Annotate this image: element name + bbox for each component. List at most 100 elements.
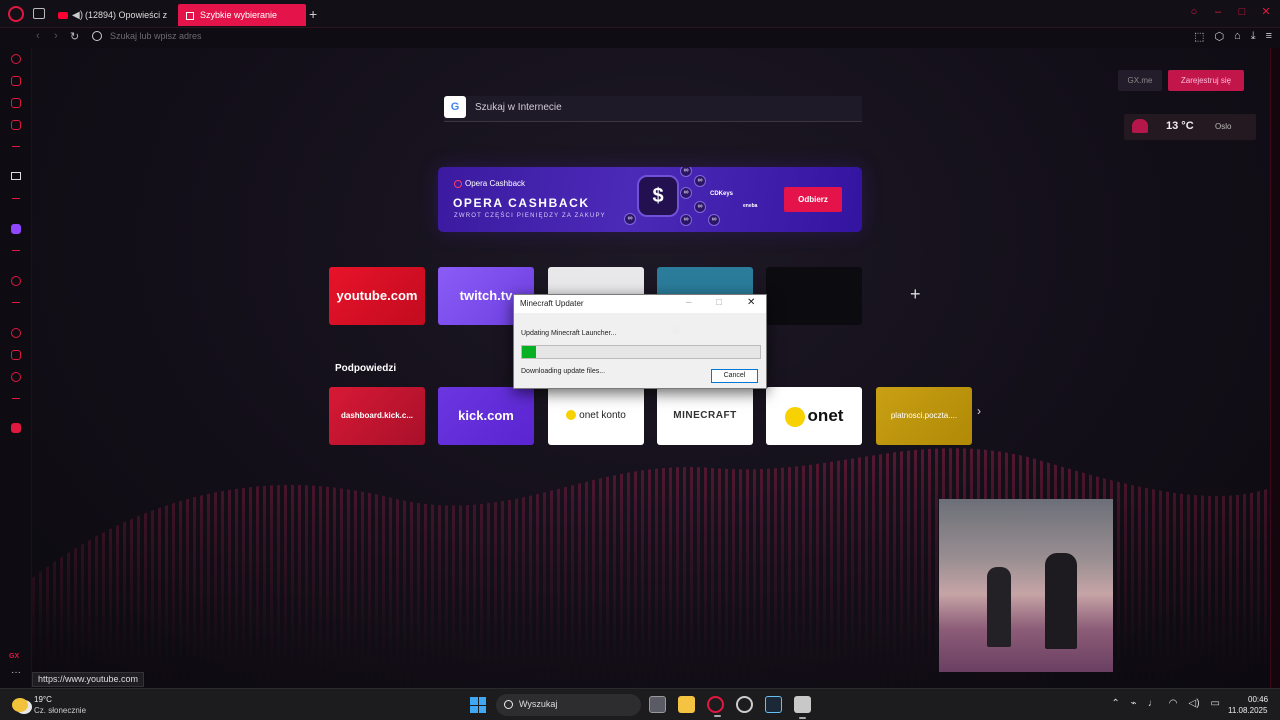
history-icon[interactable] bbox=[11, 328, 21, 338]
new-tab-button[interactable]: + bbox=[309, 6, 317, 22]
update-detail: Downloading update files... bbox=[521, 368, 606, 375]
menu-icon[interactable]: ≡ bbox=[1266, 30, 1272, 43]
video-thumbnail[interactable] bbox=[939, 499, 1113, 672]
gx-control-icon[interactable] bbox=[11, 54, 21, 64]
link-status-tooltip: https://www.youtube.com bbox=[32, 672, 145, 687]
opera-logo-icon[interactable] bbox=[8, 6, 24, 22]
claim-button[interactable]: Odbierz bbox=[784, 187, 842, 212]
search-tabs-icon[interactable]: ○ bbox=[1188, 6, 1200, 18]
wallet-icon[interactable]: ⌂ bbox=[1234, 30, 1241, 43]
browser-tab-bar: ◀) (12894) Opowieści z Szybkie wybieranie… bbox=[0, 0, 1280, 28]
extensions-sidebar-icon[interactable] bbox=[11, 350, 21, 360]
tile-label-text: onet konto bbox=[579, 410, 626, 421]
clock-time[interactable]: 00:46 bbox=[1248, 695, 1268, 704]
wifi-icon[interactable]: ◠ bbox=[1169, 698, 1178, 709]
sidebar-divider bbox=[12, 250, 20, 251]
window-controls: ○ – □ ✕ bbox=[1188, 6, 1272, 18]
tray-chevron-icon[interactable]: ⌃ bbox=[1111, 698, 1119, 709]
twitch-icon[interactable] bbox=[11, 224, 21, 234]
suggestion-kick[interactable]: kick.com bbox=[438, 387, 534, 445]
cashback-banner[interactable]: Opera Cashback OPERA CASHBACK ZWROT CZĘŚ… bbox=[438, 167, 862, 232]
gx-me-button[interactable]: GX.me bbox=[1118, 70, 1162, 91]
dialog-titlebar[interactable]: Minecraft Updater – □ ✕ bbox=[514, 295, 766, 313]
tile-label-text: onet bbox=[807, 406, 844, 425]
download-icon[interactable]: ⤓ bbox=[1251, 30, 1256, 43]
google-icon: G bbox=[444, 96, 466, 118]
app-taskbar-icon[interactable] bbox=[736, 696, 753, 713]
minimize-icon[interactable]: – bbox=[686, 297, 692, 308]
steam-icon[interactable] bbox=[765, 696, 782, 713]
suggestion-onet[interactable]: onet bbox=[766, 387, 862, 445]
settings-icon[interactable] bbox=[11, 372, 21, 382]
volume-icon[interactable]: ◁) bbox=[1189, 698, 1200, 709]
speed-dial-youtube[interactable]: youtube.com bbox=[329, 267, 425, 325]
suggestion-platnosci[interactable]: platnosci.poczta.... bbox=[876, 387, 972, 445]
gx-corner-icon[interactable] bbox=[11, 76, 21, 86]
clock-date[interactable]: 11.08.2025 bbox=[1228, 706, 1267, 715]
taskbar-search-label: Wyszukaj bbox=[519, 699, 558, 709]
right-panel-edge bbox=[1270, 48, 1280, 688]
maximize-icon[interactable]: □ bbox=[716, 297, 722, 308]
minecraft-updater-taskbar-icon[interactable] bbox=[794, 696, 811, 719]
sidebar-divider bbox=[12, 302, 20, 303]
gx-cleaner-icon[interactable] bbox=[11, 98, 21, 108]
forward-icon[interactable]: › bbox=[54, 30, 58, 42]
speed-dial-tile[interactable] bbox=[766, 267, 862, 325]
banner-brand-text: Opera Cashback bbox=[465, 179, 526, 188]
link-icon: ∞ bbox=[694, 201, 706, 213]
tab-speed-dial[interactable]: Szybkie wybieranie bbox=[178, 4, 306, 26]
cancel-button[interactable]: Cancel bbox=[711, 369, 758, 383]
suggestions-title: Podpowiedzi bbox=[335, 363, 397, 374]
tile-label: platnosci.poczta.... bbox=[890, 411, 958, 420]
more-icon[interactable]: ··· bbox=[11, 667, 21, 678]
search-icon bbox=[504, 700, 513, 709]
reload-icon[interactable]: ↻ bbox=[70, 30, 79, 43]
minimize-icon[interactable]: – bbox=[1212, 6, 1224, 18]
figure-silhouette bbox=[1045, 553, 1077, 649]
windows-start-icon[interactable] bbox=[470, 697, 486, 713]
taskbar-search[interactable]: Wyszukaj bbox=[496, 694, 641, 716]
microphone-icon[interactable]: ♩ bbox=[1148, 698, 1158, 709]
bookmarks-icon[interactable] bbox=[11, 120, 21, 130]
youtube-icon bbox=[58, 12, 68, 20]
speaker-icon[interactable]: ◀) bbox=[72, 10, 83, 21]
system-tray: ⌃ ⌁ ♩ ◠ ◁) ▭ bbox=[1111, 698, 1220, 709]
minecraft-updater-dialog: Minecraft Updater – □ ✕ Updating Minecra… bbox=[513, 294, 767, 389]
tile-label: dashboard.kick.c... bbox=[340, 411, 414, 420]
network-off-icon[interactable]: ⌁ bbox=[1131, 698, 1137, 709]
address-input[interactable]: Szukaj lub wpisz adres bbox=[110, 31, 202, 41]
task-view-icon[interactable] bbox=[649, 696, 666, 713]
partner-cdkeys: CDKeys bbox=[710, 191, 734, 197]
suggestion-dashboard-kick[interactable]: dashboard.kick.c... bbox=[329, 387, 425, 445]
tab-label: (12894) Opowieści z bbox=[85, 10, 168, 20]
taskbar-condition[interactable]: Cz. słonecznie bbox=[34, 706, 86, 715]
file-explorer-icon[interactable] bbox=[678, 696, 695, 713]
aria-icon[interactable] bbox=[11, 172, 21, 180]
suggestion-minecraft[interactable]: MINECRAFT bbox=[657, 387, 753, 445]
link-icon: ∞ bbox=[694, 175, 706, 187]
back-icon[interactable]: ‹ bbox=[36, 30, 40, 42]
suggestion-onet-konto[interactable]: onet konto bbox=[548, 387, 644, 445]
weather-city: Oslo bbox=[1215, 122, 1232, 131]
register-button[interactable]: Zarejestruj się bbox=[1168, 70, 1244, 91]
player-icon[interactable] bbox=[11, 276, 21, 286]
web-search-box[interactable]: G Szukaj w Internecie bbox=[444, 96, 862, 122]
battery-icon[interactable]: ▭ bbox=[1211, 698, 1220, 709]
tab-youtube[interactable]: ◀) (12894) Opowieści z bbox=[54, 4, 172, 26]
link-icon: ∞ bbox=[680, 167, 692, 177]
sidebar-divider bbox=[12, 146, 20, 147]
tile-label: onet konto bbox=[548, 387, 644, 445]
weather-widget[interactable]: 13 °C Oslo bbox=[1124, 114, 1256, 140]
taskbar-temp[interactable]: 19°C bbox=[34, 695, 52, 704]
extensions-icon[interactable]: ⬡ bbox=[1214, 30, 1224, 43]
weather-sun-icon[interactable] bbox=[12, 698, 28, 712]
add-speed-dial-button[interactable]: + bbox=[910, 284, 921, 305]
close-icon[interactable]: ✕ bbox=[747, 297, 755, 308]
suggestions-next-icon[interactable]: › bbox=[977, 404, 981, 418]
close-icon[interactable]: ✕ bbox=[1260, 6, 1272, 18]
tab-switcher-icon[interactable] bbox=[33, 8, 45, 19]
maximize-icon[interactable]: □ bbox=[1236, 6, 1248, 18]
opera-gx-taskbar-icon[interactable] bbox=[707, 696, 724, 717]
snapshot-icon[interactable]: ⬚ bbox=[1194, 30, 1204, 43]
ublock-icon[interactable] bbox=[11, 423, 21, 433]
